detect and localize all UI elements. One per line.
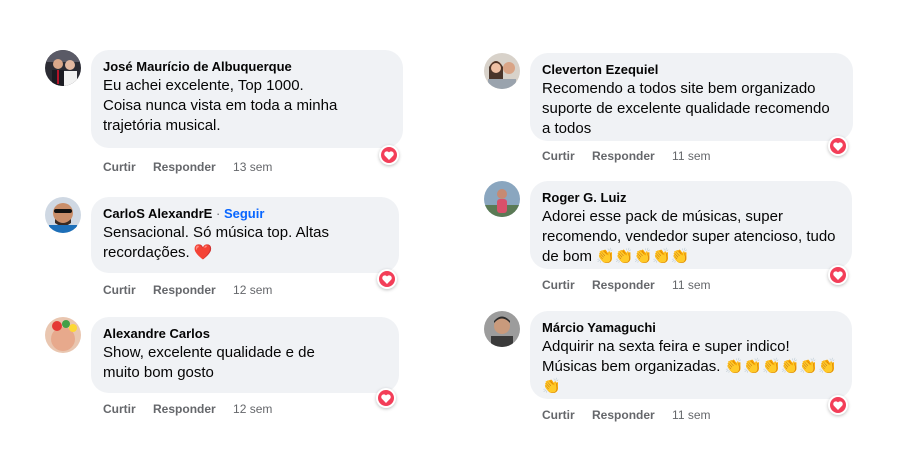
reply-button[interactable]: Responder <box>153 402 216 416</box>
like-button[interactable]: Curtir <box>542 408 575 422</box>
comment-timestamp[interactable]: 12 sem <box>233 402 272 416</box>
love-reaction-icon[interactable] <box>379 145 399 165</box>
comment-text: Eu achei excelente, Top 1000. Coisa nunc… <box>103 77 338 134</box>
comment-timestamp[interactable]: 11 sem <box>672 278 710 292</box>
reply-button[interactable]: Responder <box>592 149 655 163</box>
like-button[interactable]: Curtir <box>103 160 136 174</box>
comment-text: Recomendo a todos site bem organizado su… <box>542 80 830 137</box>
comment-actions: Curtir Responder 12 sem <box>103 283 286 297</box>
comment-actions: Curtir Responder 13 sem <box>103 160 286 174</box>
comment-bubble: Roger G. Luiz Adorei esse pack de música… <box>530 181 852 269</box>
love-reaction-icon[interactable] <box>828 395 848 415</box>
follow-button[interactable]: Seguir <box>224 206 264 221</box>
comment-timestamp[interactable]: 11 sem <box>672 149 710 163</box>
separator-dot: · <box>215 206 221 221</box>
reply-button[interactable]: Responder <box>153 283 216 297</box>
comment-text: Adorei esse pack de músicas, super recom… <box>542 208 836 265</box>
love-reaction-icon[interactable] <box>377 269 397 289</box>
comment-author[interactable]: Cleverton Ezequiel <box>542 61 841 78</box>
comment-timestamp[interactable]: 12 sem <box>233 283 272 297</box>
comment-author[interactable]: Alexandre Carlos <box>103 325 387 342</box>
reply-button[interactable]: Responder <box>592 408 655 422</box>
like-button[interactable]: Curtir <box>103 283 136 297</box>
comment-text: Show, excelente qualidade e de muito bom… <box>103 344 315 381</box>
avatar[interactable] <box>484 311 520 347</box>
love-reaction-icon[interactable] <box>828 136 848 156</box>
avatar[interactable] <box>45 197 81 233</box>
love-reaction-icon[interactable] <box>376 388 396 408</box>
comment-author[interactable]: Roger G. Luiz <box>542 189 840 206</box>
love-reaction-icon[interactable] <box>828 265 848 285</box>
comment-bubble: Márcio Yamaguchi Adquirir na sexta feira… <box>530 311 852 399</box>
avatar[interactable] <box>45 50 81 86</box>
comment-actions: Curtir Responder 11 sem <box>542 408 725 422</box>
comment-actions: Curtir Responder 11 sem <box>542 278 725 292</box>
comment-bubble: Cleverton Ezequiel Recomendo a todos sit… <box>530 53 853 141</box>
comment-bubble: José Maurício de Albuquerque Eu achei ex… <box>91 50 403 148</box>
like-button[interactable]: Curtir <box>542 278 575 292</box>
comment-text: Sensacional. Só música top. Altas record… <box>103 224 329 261</box>
comment-author[interactable]: Márcio Yamaguchi <box>542 319 840 336</box>
comment-author[interactable]: CarloS AlexandrE <box>103 206 212 221</box>
reply-button[interactable]: Responder <box>153 160 216 174</box>
comment-bubble: CarloS AlexandrE · Seguir Sensacional. S… <box>91 197 399 273</box>
avatar[interactable] <box>484 181 520 217</box>
like-button[interactable]: Curtir <box>542 149 575 163</box>
comment-actions: Curtir Responder 12 sem <box>103 402 286 416</box>
comment-bubble: Alexandre Carlos Show, excelente qualida… <box>91 317 399 393</box>
comment-actions: Curtir Responder 11 sem <box>542 149 725 163</box>
comment-author[interactable]: José Maurício de Albuquerque <box>103 58 391 75</box>
like-button[interactable]: Curtir <box>103 402 136 416</box>
comment-timestamp[interactable]: 11 sem <box>672 408 710 422</box>
comment-author-row: CarloS AlexandrE · Seguir <box>103 205 387 222</box>
reply-button[interactable]: Responder <box>592 278 655 292</box>
comment-timestamp[interactable]: 13 sem <box>233 160 272 174</box>
avatar[interactable] <box>45 317 81 353</box>
avatar[interactable] <box>484 53 520 89</box>
comment-text: Adquirir na sexta feira e super indico! … <box>542 338 837 395</box>
